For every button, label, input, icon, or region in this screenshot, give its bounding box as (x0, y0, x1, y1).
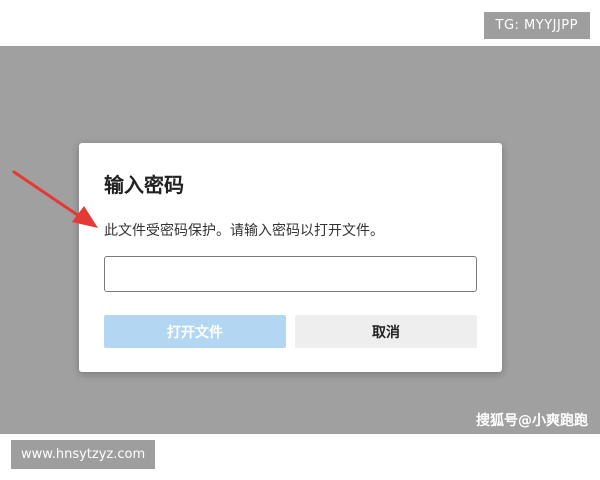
dialog-title: 输入密码 (104, 173, 184, 197)
screenshot-page: TG: MYYJJPP 输入密码 此文件受密码保护。请输入密码以打开文件。 打开… (0, 0, 600, 480)
cancel-button[interactable]: 取消 (295, 315, 477, 348)
sohu-watermark: 搜狐号@小爽跑跑 (476, 413, 588, 429)
password-dialog: 输入密码 此文件受密码保护。请输入密码以打开文件。 打开文件 取消 (79, 143, 502, 372)
site-watermark: www.hnsytzyz.com (11, 440, 156, 469)
open-file-button[interactable]: 打开文件 (104, 315, 286, 348)
tg-label: TG: MYYJJPP (483, 12, 590, 39)
password-input[interactable] (104, 256, 477, 292)
dialog-message: 此文件受密码保护。请输入密码以打开文件。 (104, 223, 384, 239)
